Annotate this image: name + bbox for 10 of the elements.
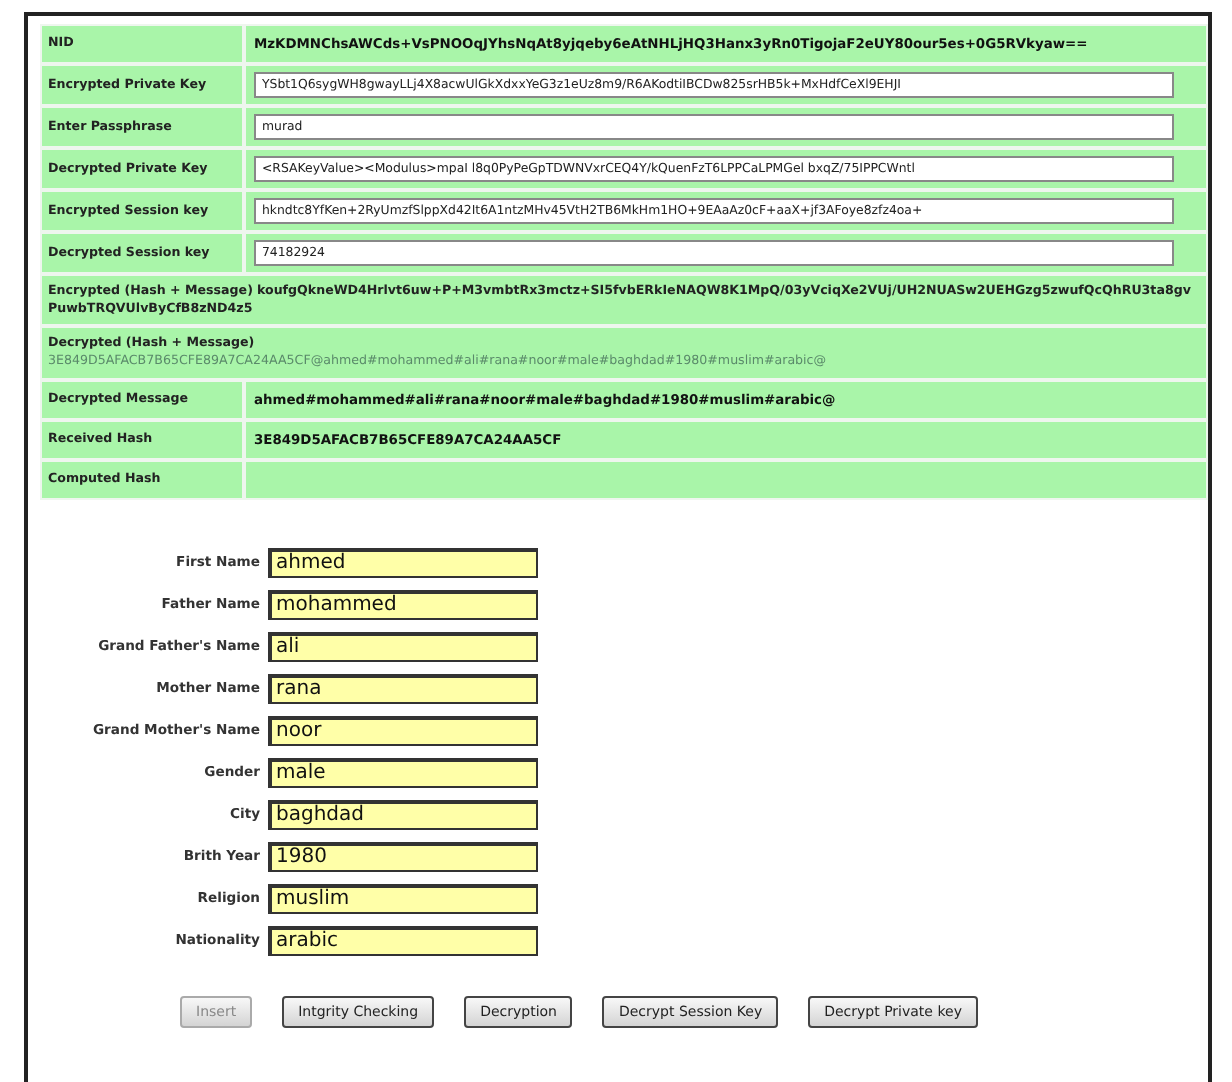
input-field[interactable]: ahmed xyxy=(268,547,538,577)
input-field[interactable]: rana xyxy=(268,673,538,703)
input-field[interactable]: arabic xyxy=(268,925,538,955)
input-field[interactable]: 1980 xyxy=(268,841,538,871)
input-field[interactable]: muslim xyxy=(268,883,538,913)
input-field[interactable]: ali xyxy=(268,631,538,661)
input-field[interactable]: noor xyxy=(268,715,538,745)
input-field[interactable]: male xyxy=(268,757,538,787)
input-field[interactable]: mohammed xyxy=(268,589,538,619)
input-field[interactable]: baghdad xyxy=(268,799,538,829)
